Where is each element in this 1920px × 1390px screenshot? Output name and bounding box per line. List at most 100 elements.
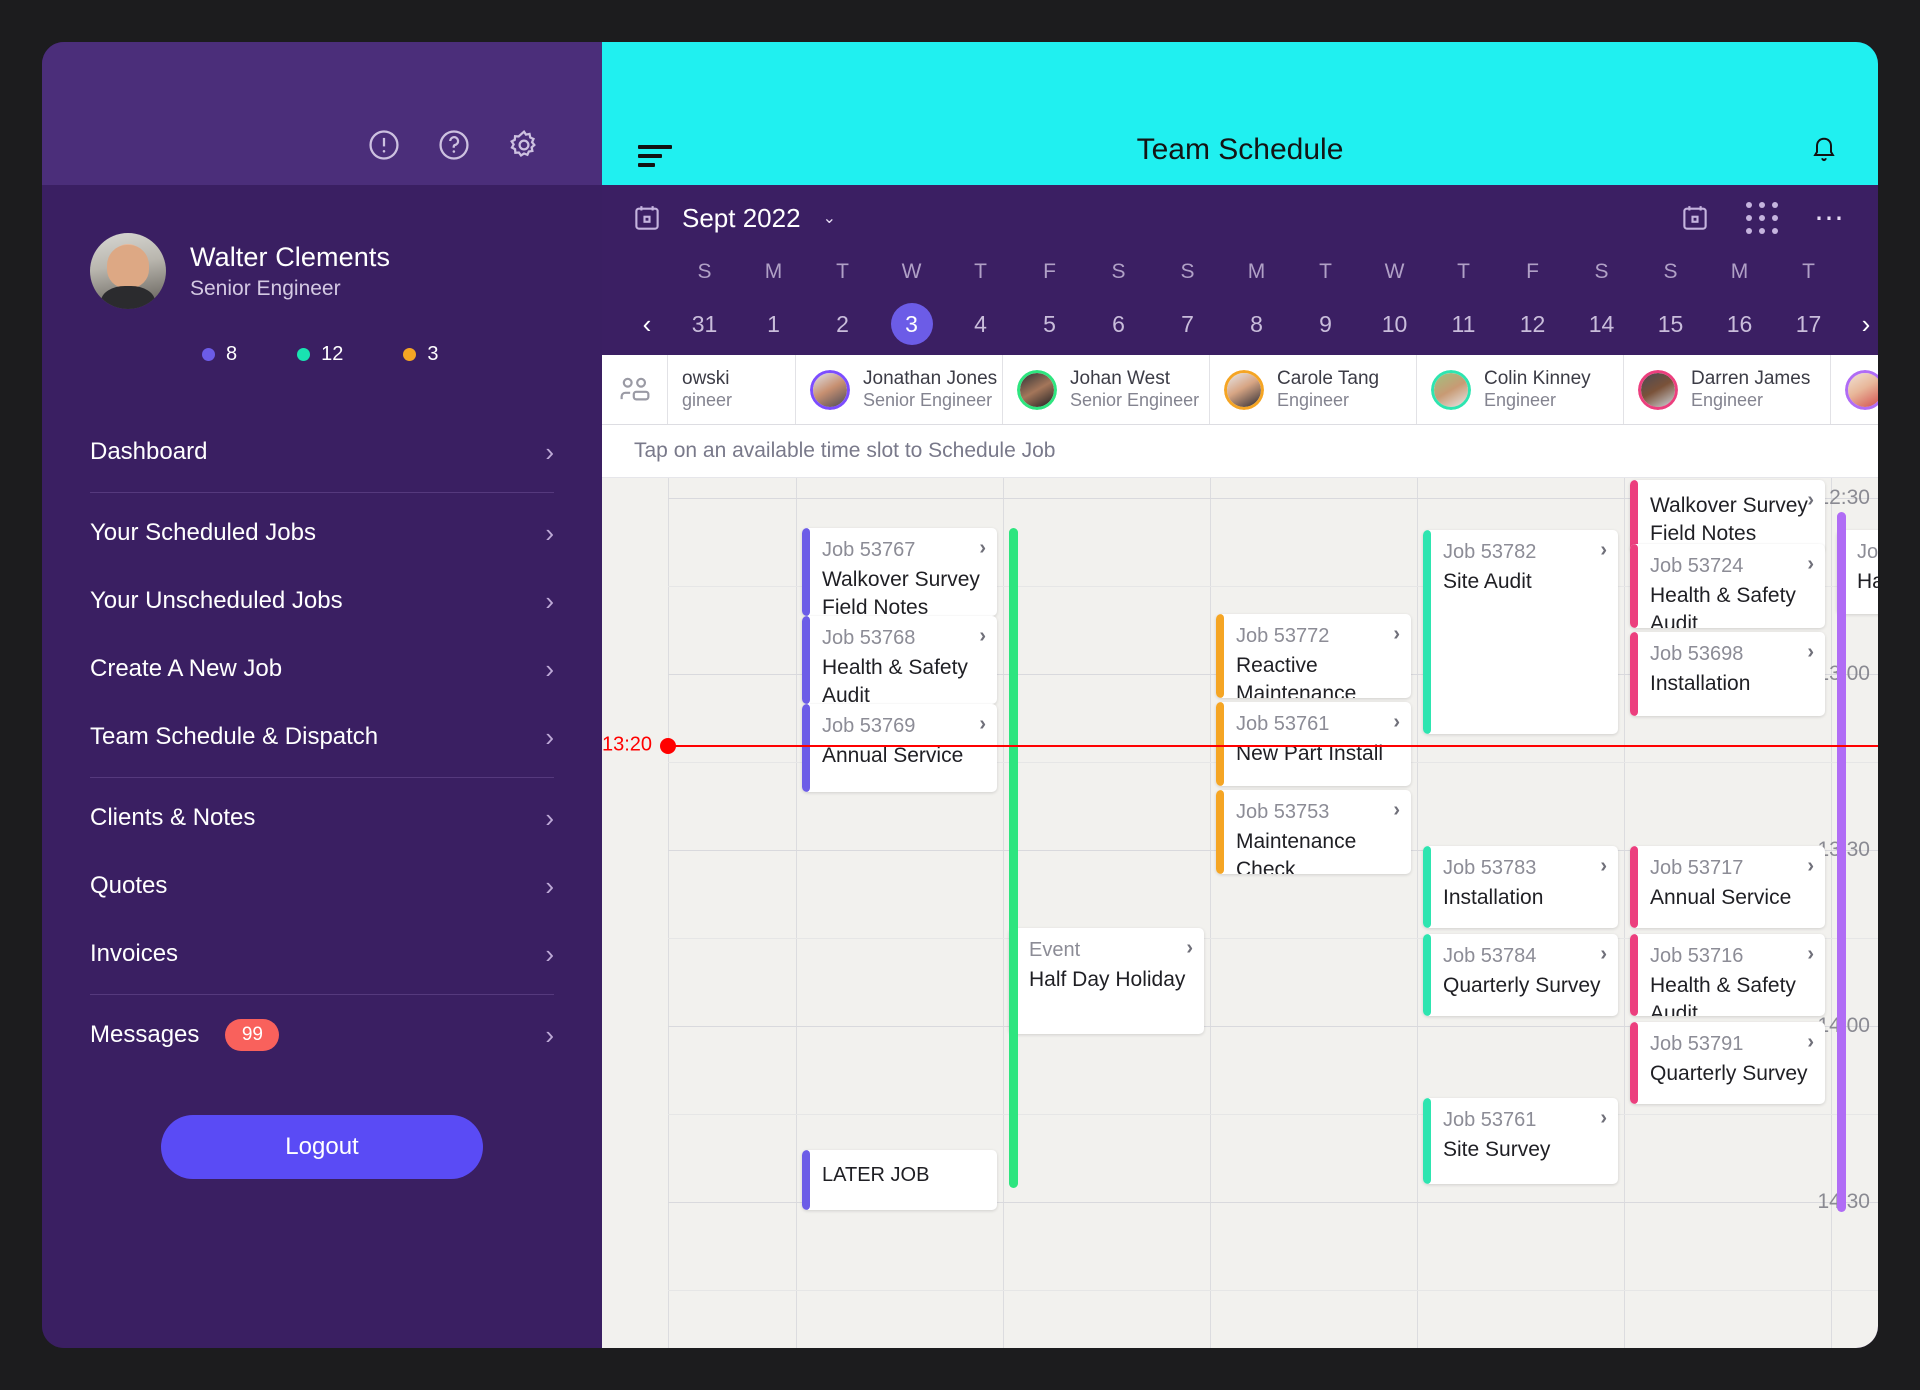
job-card[interactable]: Job 53767 Walkover Survey Field Notes ›: [802, 528, 997, 616]
chevron-down-icon[interactable]: ⌄: [823, 208, 836, 228]
job-card[interactable]: Job 53769 Annual Service ›: [802, 704, 997, 792]
chevron-right-icon[interactable]: ›: [1600, 855, 1607, 878]
date-cell-15[interactable]: 15: [1636, 311, 1705, 338]
dow-label: T: [1319, 260, 1332, 283]
people-icon[interactable]: [602, 355, 668, 424]
date-cell-7[interactable]: 7: [1153, 311, 1222, 338]
engineer-column-header[interactable]: Johan West Senior Engineer: [1003, 355, 1210, 424]
job-card[interactable]: Job 53784 Quarterly Survey ›: [1423, 934, 1618, 1016]
chevron-right-icon[interactable]: ›: [1807, 489, 1814, 512]
prev-dates-button[interactable]: ‹: [624, 309, 670, 340]
job-card[interactable]: Event Half Day Holiday ›: [1009, 928, 1204, 1034]
chevron-right-icon[interactable]: ›: [1807, 641, 1814, 664]
grid-column-line: [1831, 478, 1832, 1348]
sidebar-item-invoices[interactable]: Invoices ›: [90, 920, 554, 988]
profile[interactable]: Walter Clements Senior Engineer: [42, 185, 602, 309]
chevron-right-icon[interactable]: ›: [1807, 855, 1814, 878]
date-cell-4[interactable]: 4: [946, 311, 1015, 338]
date-cell-12[interactable]: 12: [1498, 311, 1567, 338]
sidebar-item-team-schedule-dispatch[interactable]: Team Schedule & Dispatch ›: [90, 703, 554, 771]
date-cell-8[interactable]: 8: [1222, 311, 1291, 338]
chevron-right-icon[interactable]: ›: [1807, 553, 1814, 576]
engineer-column-header[interactable]: Colin Kinney Engineer: [1417, 355, 1624, 424]
chevron-right-icon[interactable]: ›: [979, 537, 986, 560]
job-card[interactable]: Walkover Survey Field Notes ›: [1630, 480, 1825, 552]
job-card[interactable]: Job 53782 Site Audit ›: [1423, 530, 1618, 734]
grid-view-icon[interactable]: [1746, 202, 1778, 234]
chevron-right-icon[interactable]: ›: [979, 625, 986, 648]
dow-label: W: [1384, 260, 1405, 283]
chevron-right-icon[interactable]: ›: [1807, 943, 1814, 966]
date-strip: ‹ 31 1 2 3 4 5 6 7 8 9 10 11 12 14 15 16 17 ›: [602, 293, 1878, 355]
chevron-right-icon[interactable]: ›: [1393, 623, 1400, 646]
sidebar-item-clients-notes[interactable]: Clients & Notes ›: [90, 784, 554, 852]
job-card[interactable]: Job 53761 Site Survey ›: [1423, 1098, 1618, 1184]
job-card[interactable]: Job 53698 Installation ›: [1630, 632, 1825, 716]
chevron-right-icon[interactable]: ›: [979, 713, 986, 736]
job-card[interactable]: Job 53768 Health & Safety Audit ›: [802, 616, 997, 704]
date-cell-9[interactable]: 9: [1291, 311, 1360, 338]
date-cell-16[interactable]: 16: [1705, 311, 1774, 338]
date-cell-10[interactable]: 10: [1360, 311, 1429, 338]
more-options-icon[interactable]: ⋯: [1814, 203, 1846, 233]
sidebar-item-messages[interactable]: Messages 99 ›: [90, 1001, 554, 1069]
engineer-column-header[interactable]: owski gineer: [668, 355, 796, 424]
date-cell-6[interactable]: 6: [1084, 311, 1153, 338]
date-cell-17[interactable]: 17: [1774, 311, 1843, 338]
job-card[interactable]: LATER JOB: [802, 1150, 997, 1210]
dow-label: S: [1180, 260, 1195, 283]
job-title: Half Day Holiday: [1029, 968, 1186, 991]
calendar-grid[interactable]: 12:3013:0013:3014:0014:30Job 53767Walkov…: [602, 478, 1878, 1348]
current-time-line: [668, 745, 1878, 747]
date-cell-1[interactable]: 1: [739, 311, 808, 338]
date-cell-5[interactable]: 5: [1015, 311, 1084, 338]
sidebar-item-quotes[interactable]: Quotes ›: [90, 852, 554, 920]
chevron-right-icon[interactable]: ›: [1600, 943, 1607, 966]
job-card[interactable]: Job 53717 Annual Service ›: [1630, 846, 1825, 928]
job-card[interactable]: Job 53724 Health & Safety Audit ›: [1630, 544, 1825, 628]
gear-icon[interactable]: [506, 127, 542, 163]
engineer-column-header[interactable]: Darren James Engineer: [1624, 355, 1831, 424]
job-card[interactable]: Job 53716 Health & Safety Audit ›: [1630, 934, 1825, 1016]
job-title: Health & Safety Audit: [1650, 974, 1796, 1016]
engineer-column-header[interactable]: [1831, 355, 1878, 424]
engineer-column-header[interactable]: Carole Tang Engineer: [1210, 355, 1417, 424]
logout-button[interactable]: Logout: [161, 1115, 483, 1179]
job-card[interactable]: Job 53753 Maintenance Check ›: [1216, 790, 1411, 874]
sidebar-item-your-unscheduled-jobs[interactable]: Your Unscheduled Jobs ›: [90, 567, 554, 635]
chevron-right-icon[interactable]: ›: [1600, 539, 1607, 562]
counter-value: 12: [321, 343, 344, 365]
calendar-picker-icon[interactable]: [1680, 203, 1710, 233]
job-title: Installation: [1650, 672, 1751, 695]
chevron-right-icon[interactable]: ›: [1600, 1107, 1607, 1130]
date-cell-14[interactable]: 14: [1567, 311, 1636, 338]
chevron-right-icon[interactable]: ›: [1186, 937, 1193, 960]
date-cell-3[interactable]: 3: [877, 303, 946, 345]
grid-column-line: [1417, 478, 1418, 1348]
job-card[interactable]: Job 53783 Installation ›: [1423, 846, 1618, 928]
chevron-right-icon[interactable]: ›: [1807, 1031, 1814, 1054]
date-cell-2[interactable]: 2: [808, 311, 877, 338]
engineer-role: Senior Engineer: [863, 390, 993, 410]
sidebar-item-your-scheduled-jobs[interactable]: Your Scheduled Jobs ›: [90, 499, 554, 567]
next-dates-button[interactable]: ›: [1843, 309, 1878, 340]
dow-label: T: [1457, 260, 1470, 283]
grid-column-line: [1624, 478, 1625, 1348]
job-card[interactable]: Job 53761 New Part Install ›: [1216, 702, 1411, 786]
sidebar-item-label: Invoices: [90, 940, 179, 967]
help-icon[interactable]: [436, 127, 472, 163]
chevron-right-icon[interactable]: ›: [1393, 799, 1400, 822]
current-time-label: 13:20: [602, 733, 653, 756]
day-of-week-row: SMTWTFSSMTWTFSSMT: [602, 251, 1878, 293]
avatar: [1845, 369, 1878, 410]
sidebar-item-label: Clients & Notes: [90, 804, 256, 831]
sidebar-item-create-a-new-job[interactable]: Create A New Job ›: [90, 635, 554, 703]
job-card[interactable]: Job 53791 Quarterly Survey ›: [1630, 1022, 1825, 1104]
alert-icon[interactable]: [366, 127, 402, 163]
chevron-right-icon[interactable]: ›: [1393, 711, 1400, 734]
date-cell-31[interactable]: 31: [670, 311, 739, 338]
sidebar-item-dashboard[interactable]: Dashboard ›: [90, 418, 554, 486]
engineer-column-header[interactable]: Jonathan Jones Senior Engineer: [796, 355, 1003, 424]
date-cell-11[interactable]: 11: [1429, 311, 1498, 338]
job-card[interactable]: Job 53772 Reactive Maintenance ›: [1216, 614, 1411, 698]
